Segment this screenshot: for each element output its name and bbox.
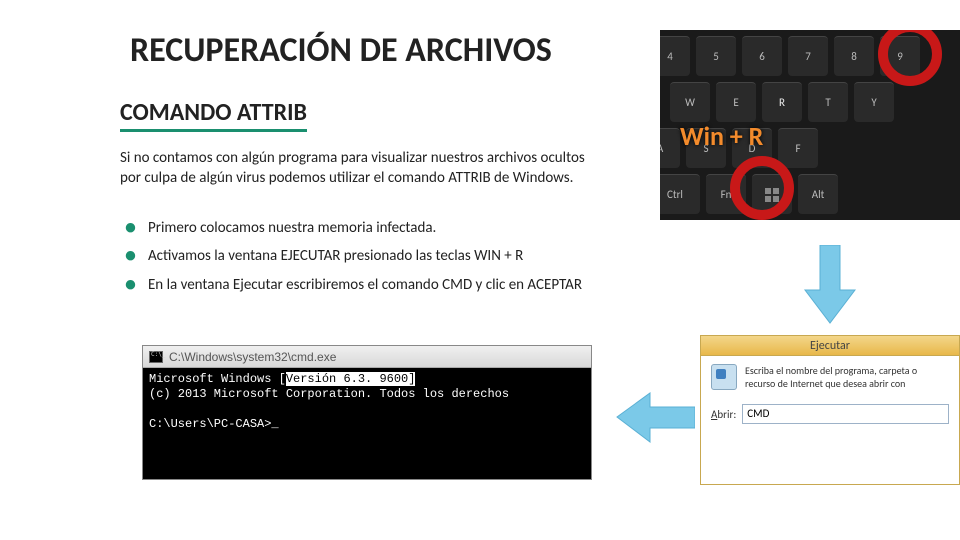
- cmd-titlebar: C:\Windows\system32\cmd.exe: [143, 346, 591, 368]
- bullet-dot-icon: •: [125, 216, 136, 238]
- shortcut-overlay-text: Win + R: [680, 120, 763, 152]
- keyboard-key: Y: [854, 82, 894, 122]
- highlight-circle-win-icon: [730, 156, 794, 220]
- keyboard-key: Ctrl: [660, 174, 700, 214]
- keyboard-key: 6: [742, 36, 782, 76]
- cmd-cursor: _: [271, 417, 278, 431]
- bullet-item: • Primero colocamos nuestra memoria infe…: [125, 218, 605, 238]
- cmd-title-text: C:\Windows\system32\cmd.exe: [169, 350, 336, 364]
- bullet-text: Activamos la ventana EJECUTAR presionado…: [148, 246, 523, 266]
- keyboard-key: W: [670, 82, 710, 122]
- cmd-output: Microsoft Windows [Versión 6.3. 9600] (c…: [143, 368, 591, 436]
- run-dialog-icon: [711, 364, 737, 390]
- run-dialog-titlebar: Ejecutar: [701, 336, 959, 356]
- keyboard-key: Alt: [798, 174, 838, 214]
- keyboard-key: 8: [834, 36, 874, 76]
- keyboard-key: A: [660, 128, 680, 168]
- bullet-dot-icon: •: [125, 244, 136, 266]
- keyboard-key: 5: [696, 36, 736, 76]
- keyboard-key: 7: [788, 36, 828, 76]
- slide-title: RECUPERACIÓN DE ARCHIVOS: [130, 30, 552, 71]
- bullet-list: • Primero colocamos nuestra memoria infe…: [125, 218, 605, 303]
- arrow-down-icon: [800, 245, 860, 325]
- intro-paragraph: Si no contamos con algún programa para v…: [120, 148, 600, 189]
- cmd-icon: [149, 351, 163, 363]
- bullet-text: Primero colocamos nuestra memoria infect…: [148, 218, 436, 238]
- cmd-window: C:\Windows\system32\cmd.exe Microsoft Wi…: [142, 345, 592, 480]
- keyboard-key: E: [716, 82, 756, 122]
- bullet-item: • Activamos la ventana EJECUTAR presiona…: [125, 246, 605, 266]
- keyboard-key: 4: [660, 36, 690, 76]
- run-dialog: Ejecutar Escriba el nombre del programa,…: [700, 335, 960, 485]
- run-dialog-description: Escriba el nombre del programa, carpeta …: [745, 364, 949, 390]
- bullet-item: • En la ventana Ejecutar escribiremos el…: [125, 275, 605, 295]
- slide-subtitle: COMANDO ATTRIB: [120, 98, 307, 132]
- run-command-input[interactable]: CMD: [742, 404, 949, 424]
- bullet-dot-icon: •: [125, 273, 136, 295]
- keyboard-key: F: [778, 128, 818, 168]
- keyboard-key: T: [808, 82, 848, 122]
- bullet-text: En la ventana Ejecutar escribiremos el c…: [148, 275, 582, 295]
- highlight-circle-r-icon: [878, 30, 942, 86]
- keyboard-key-r: R: [762, 82, 802, 122]
- keyboard-image: 4 5 6 7 8 9 W E R T Y A S D F Ctrl Fn Al…: [660, 30, 960, 220]
- arrow-left-icon: [615, 390, 695, 450]
- run-open-label: Abrir:: [711, 408, 736, 421]
